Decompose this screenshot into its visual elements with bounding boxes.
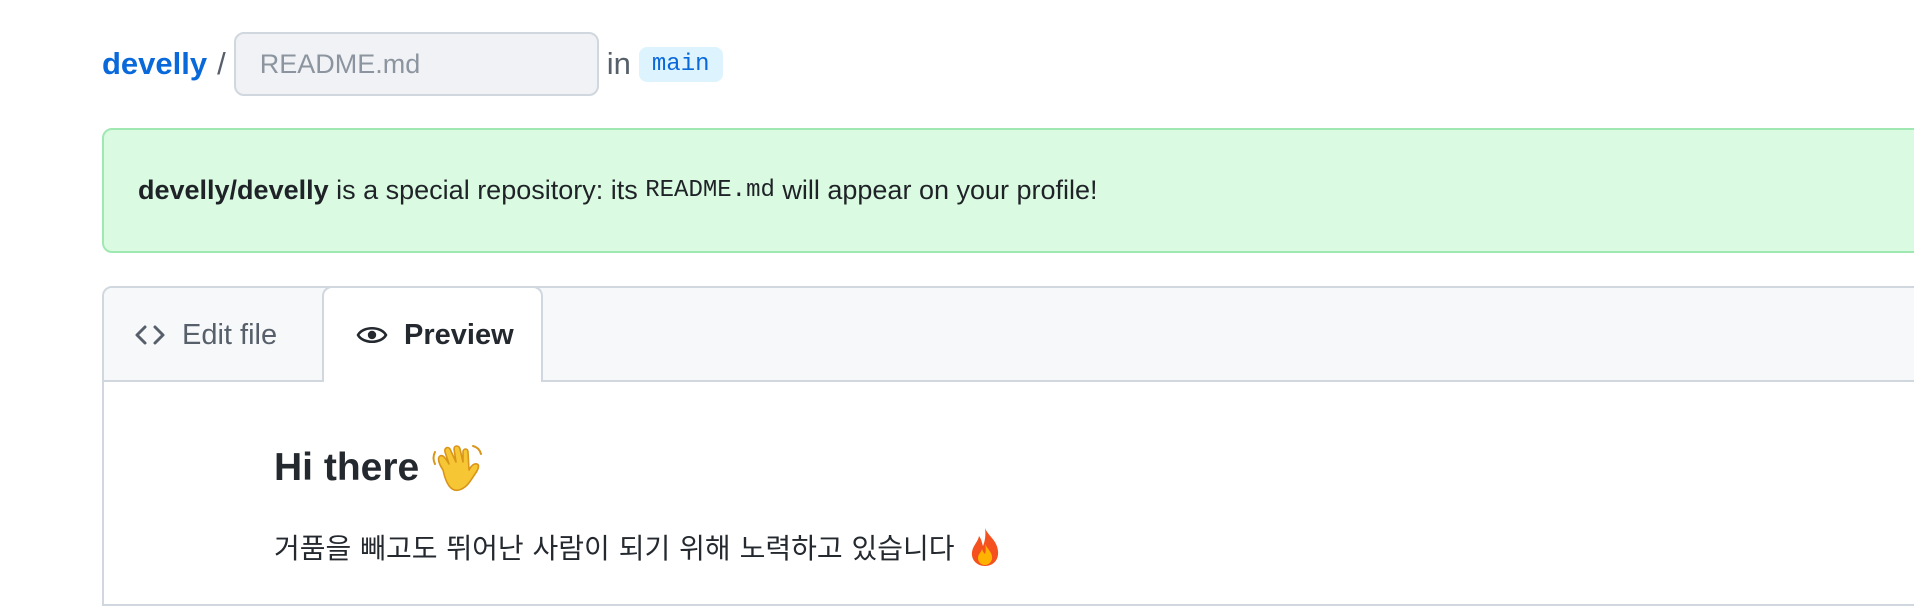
editor-tab-bar: Edit file Preview	[104, 286, 1914, 382]
tab-edit-file-label: Edit file	[182, 318, 278, 351]
readme-paragraph-text: 거품을 빼고도 뛰어난 사람이 되기 위해 노력하고 있습니다	[274, 532, 955, 565]
readme-heading: Hi there	[274, 438, 1914, 498]
path-separator: /	[217, 46, 226, 81]
readme-paragraph: 거품을 빼고도 뛰어난 사람이 되기 위해 노력하고 있습니다	[274, 522, 1005, 572]
readme-heading-text: Hi there	[274, 446, 420, 489]
file-editor: Edit file Preview Hi there 거품을 빼고도 뛰어난 사…	[102, 286, 1914, 606]
notice-text-before: is a special repository: its	[328, 175, 646, 205]
code-icon	[135, 325, 165, 345]
owner-link[interactable]: develly	[102, 46, 207, 82]
branch-badge[interactable]: main	[638, 46, 723, 82]
notice-repo-name: develly/develly	[138, 175, 329, 205]
markdown-preview: Hi there 거품을 빼고도 뛰어난 사람이 되기 위해 노력하고 있습니다	[274, 438, 1914, 566]
notice-text-after: will appear on your profile!	[774, 175, 1098, 205]
filename-input[interactable]	[233, 32, 599, 96]
notice-filename-code: README.md	[645, 177, 775, 204]
waving-hand-icon	[429, 440, 485, 496]
eye-icon	[356, 326, 388, 344]
tab-preview-label: Preview	[404, 318, 514, 351]
fire-icon	[965, 526, 1005, 568]
tab-preview[interactable]: Preview	[322, 286, 543, 382]
in-label: in	[606, 46, 631, 81]
breadcrumb: develly / in main	[102, 32, 723, 96]
tab-edit-file[interactable]: Edit file	[104, 288, 322, 382]
special-repo-notice: develly/develly is a special repository:…	[102, 128, 1914, 253]
